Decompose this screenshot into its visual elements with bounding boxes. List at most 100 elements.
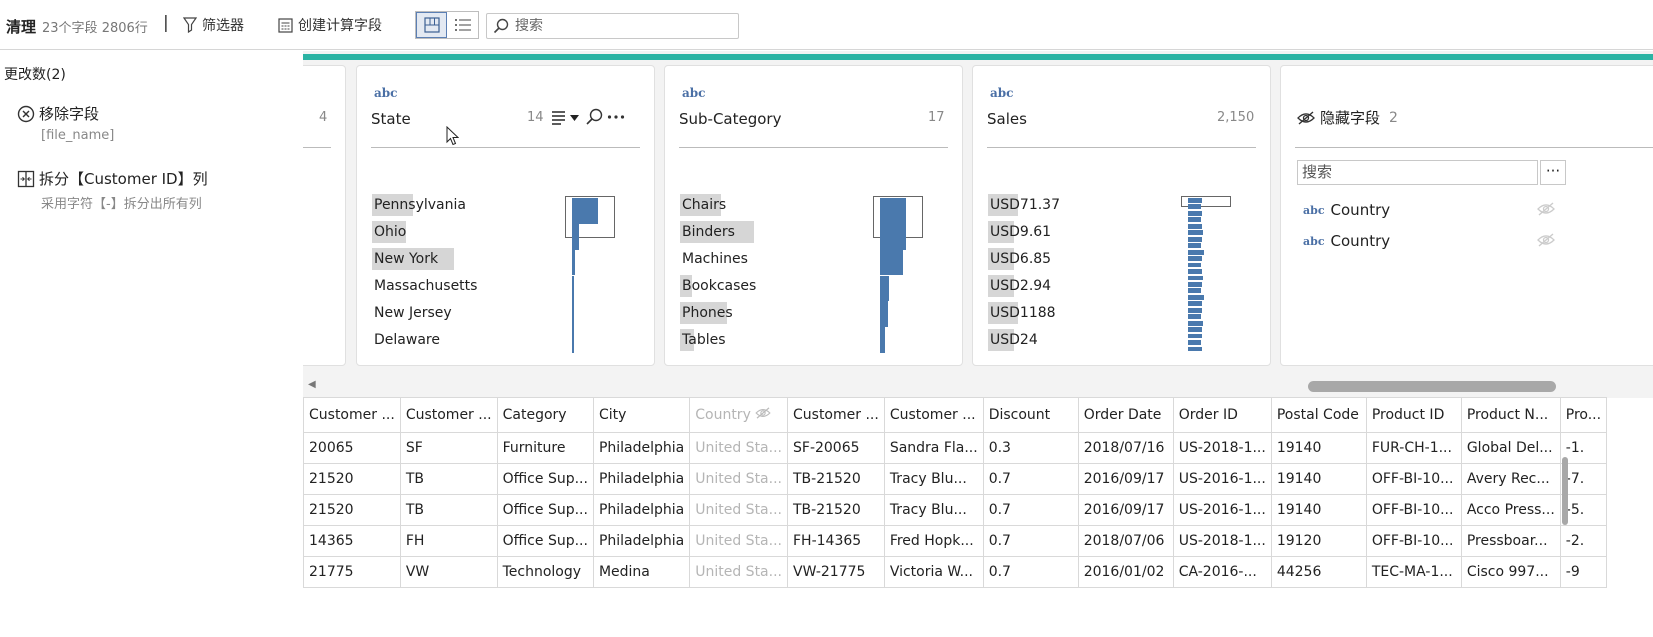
value-item[interactable]: New Jersey — [372, 302, 452, 326]
table-cell[interactable]: 2016/09/17 — [1077, 494, 1174, 526]
table-cell[interactable]: Furniture — [496, 432, 594, 464]
value-item[interactable]: USD9.61 — [988, 221, 1051, 245]
column-header[interactable]: Category — [496, 397, 594, 433]
value-item[interactable]: Delaware — [372, 329, 440, 353]
value-item[interactable]: USD6.85 — [988, 248, 1051, 272]
histogram-bar[interactable] — [1188, 249, 1204, 255]
value-item[interactable]: USD2.94 — [988, 275, 1051, 299]
table-cell[interactable]: Sandra Fla... — [883, 432, 984, 464]
table-cell[interactable]: Technology — [496, 556, 594, 588]
change-item-remove-field[interactable]: 移除字段 [file_name] — [17, 103, 114, 143]
histogram-bar[interactable] — [1188, 243, 1201, 249]
table-cell[interactable]: Office Sup... — [496, 494, 594, 526]
table-row[interactable]: 21520 TB Office Sup... Philadelphia United S… — [303, 463, 1608, 495]
table-cell[interactable]: FH — [399, 525, 498, 557]
filter-button[interactable]: 筛选器 — [183, 13, 244, 37]
profile-card-state[interactable]: abc State 14 Pennsylvania Ohio New York Mas… — [356, 65, 655, 366]
profile-card-sub-category[interactable]: abc Sub-Category 17 Chairs Binders Machine… — [664, 65, 963, 366]
table-cell[interactable]: US-2018-1... — [1172, 432, 1272, 464]
table-cell[interactable]: 19140 — [1270, 494, 1367, 526]
column-header[interactable]: Discount — [982, 397, 1079, 433]
table-cell[interactable]: 21775 — [303, 556, 401, 588]
histogram-bar[interactable] — [1188, 327, 1203, 332]
table-cell[interactable]: United Sta... — [689, 525, 788, 557]
table-cell[interactable]: VW-21775 — [787, 556, 885, 588]
table-row[interactable]: 14365 FH Office Sup... Philadelphia United S… — [303, 525, 1608, 557]
table-cell[interactable]: Philadelphia — [592, 463, 691, 495]
column-header[interactable]: Order ID — [1172, 397, 1272, 433]
value-item[interactable]: Tables — [680, 329, 726, 353]
histogram-bar[interactable] — [880, 249, 904, 276]
table-cell[interactable]: 19120 — [1270, 525, 1367, 557]
histogram-bar[interactable] — [880, 198, 906, 224]
histogram-bar[interactable] — [1188, 301, 1202, 307]
table-cell[interactable]: United Sta... — [689, 463, 788, 495]
table-cell[interactable]: Philadelphia — [592, 432, 691, 464]
table-cell[interactable]: OFF-BI-10... — [1365, 494, 1462, 526]
table-cell[interactable]: 2016/09/17 — [1077, 463, 1174, 495]
column-header[interactable]: Customer ... — [399, 397, 498, 433]
hidden-field-item[interactable]: abc Country — [1303, 201, 1555, 219]
table-cell[interactable]: TB-21520 — [787, 494, 885, 526]
table-cell[interactable]: 21520 — [303, 463, 401, 495]
value-item[interactable]: Bookcases — [680, 275, 756, 299]
table-cell[interactable]: 2018/07/16 — [1077, 432, 1174, 464]
value-item[interactable]: Massachusetts — [372, 275, 477, 299]
create-calculated-field-button[interactable]: 创建计算字段 — [278, 13, 382, 37]
histogram-bar[interactable] — [1188, 262, 1201, 268]
table-cell[interactable]: United Sta... — [689, 556, 788, 588]
table-cell[interactable]: 19140 — [1270, 463, 1367, 495]
hidden-fields-search[interactable]: 搜索 — [1297, 160, 1538, 185]
profile-card-partial[interactable]: 4 — [303, 65, 346, 366]
table-cell[interactable]: Global Del... — [1460, 432, 1561, 464]
histogram-bar[interactable] — [572, 301, 574, 328]
column-header[interactable]: City — [592, 397, 691, 433]
eye-slash-icon[interactable] — [1537, 233, 1555, 247]
histogram-bar[interactable] — [1188, 198, 1203, 203]
search-input[interactable] — [515, 18, 715, 34]
value-item[interactable]: Phones — [680, 302, 733, 326]
table-cell[interactable]: Philadelphia — [592, 525, 691, 557]
value-item[interactable]: USD1188 — [988, 302, 1056, 326]
histogram-bar[interactable] — [572, 275, 575, 302]
table-cell[interactable]: US-2016-1... — [1172, 494, 1272, 526]
horizontal-scrollbar[interactable]: ◀ — [303, 375, 1653, 397]
hidden-field-item[interactable]: abc Country — [1303, 232, 1555, 250]
histogram-bar[interactable] — [1188, 288, 1201, 294]
table-cell[interactable]: United Sta... — [689, 494, 788, 526]
histogram-bar[interactable] — [1188, 340, 1201, 345]
column-header[interactable]: Product ID — [1365, 397, 1462, 433]
table-cell[interactable]: Fred Hopk... — [883, 525, 984, 557]
table-cell[interactable]: 0.7 — [982, 556, 1079, 588]
table-cell[interactable]: FH-14365 — [787, 525, 885, 557]
table-cell[interactable]: SF-20065 — [787, 432, 885, 464]
table-cell[interactable]: TB-21520 — [787, 463, 885, 495]
table-row[interactable]: 21520 TB Office Sup... Philadelphia United S… — [303, 494, 1608, 526]
column-header[interactable]: Order Date — [1077, 397, 1174, 433]
histogram-bar[interactable] — [572, 223, 579, 250]
table-cell[interactable]: CA-2016-... — [1172, 556, 1272, 588]
histogram-bar[interactable] — [1188, 217, 1201, 223]
table-cell[interactable]: US-2018-1... — [1172, 525, 1272, 557]
table-cell[interactable]: Office Sup... — [496, 525, 594, 557]
histogram-bar[interactable] — [572, 327, 574, 353]
value-item[interactable]: Machines — [680, 248, 748, 272]
histogram-bar[interactable] — [1188, 269, 1202, 274]
value-item[interactable]: USD24 — [988, 329, 1038, 353]
eye-slash-icon[interactable] — [1537, 202, 1555, 216]
table-cell[interactable]: 44256 — [1270, 556, 1367, 588]
table-cell[interactable]: US-2016-1... — [1172, 463, 1272, 495]
histogram-bar[interactable] — [880, 223, 906, 250]
table-cell[interactable]: 14365 — [303, 525, 401, 557]
table-cell[interactable]: Victoria W... — [883, 556, 984, 588]
histogram-bar[interactable] — [1188, 314, 1201, 320]
table-cell[interactable]: Cisco 997... — [1460, 556, 1561, 588]
search-icon[interactable] — [585, 108, 603, 126]
table-cell[interactable]: 0.7 — [982, 494, 1079, 526]
column-header[interactable]: Customer ... — [787, 397, 885, 433]
profile-card-sales[interactable]: abc Sales 2,150 USD71.37 USD9.61 USD6.85 US… — [972, 65, 1271, 366]
histogram-bar[interactable] — [1188, 281, 1203, 287]
table-cell[interactable]: TEC-MA-1... — [1365, 556, 1462, 588]
table-cell[interactable]: 2018/07/06 — [1077, 525, 1174, 557]
table-cell[interactable]: 21520 — [303, 494, 401, 526]
